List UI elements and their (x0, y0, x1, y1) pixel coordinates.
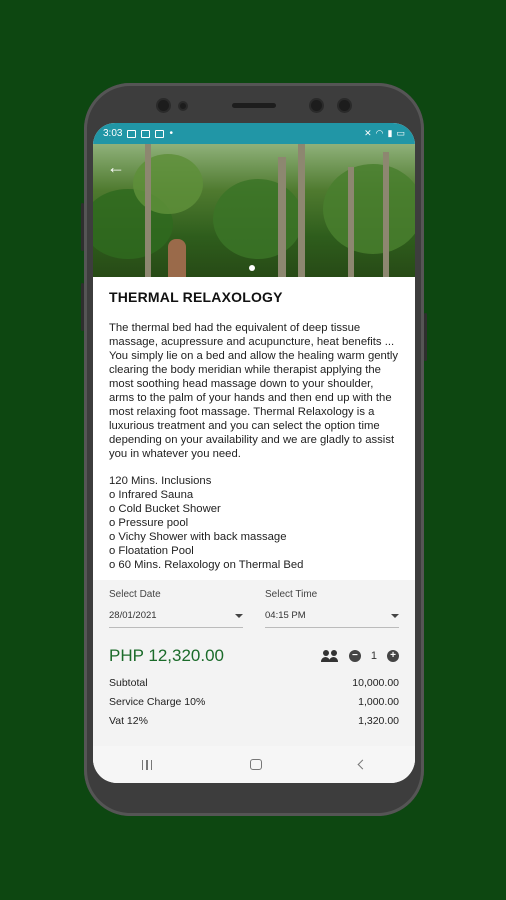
list-item: o Pressure pool (109, 517, 189, 529)
app-screen: 3:03 • ✕ ◠ ▮ ▭ ← THERMAL RELAXOLOGY The … (93, 123, 415, 783)
list-item: o Infrared Sauna (109, 489, 194, 501)
front-camera-icon (311, 100, 322, 111)
earpiece-speaker (232, 103, 276, 108)
person-figure (168, 239, 186, 277)
notification-icon (155, 129, 165, 138)
quantity-value: 1 (370, 650, 377, 662)
hero-image[interactable]: ← (93, 144, 415, 277)
vat-label: Vat 12% (109, 715, 148, 727)
quantity-stepper: − 1 + (320, 650, 399, 662)
increase-quantity-button[interactable]: + (387, 650, 399, 662)
sensor-icon (180, 103, 186, 109)
system-nav-bar (93, 746, 415, 783)
signal-icon: ▮ (387, 128, 393, 138)
booking-panel: Select Date 28/01/2021 Select Time 04:15… (93, 580, 415, 746)
decrease-quantity-button[interactable]: − (348, 650, 361, 662)
phone-top-bezel (84, 83, 424, 123)
status-bar: 3:03 • ✕ ◠ ▮ ▭ (93, 123, 415, 144)
carousel-indicator (249, 265, 255, 271)
list-item: o Cold Bucket Shower (109, 503, 221, 515)
date-dropdown[interactable]: 28/01/2021 (109, 610, 243, 628)
subtotal-label: Subtotal (109, 677, 148, 689)
inclusions-list: 120 Mins. Inclusions o Infrared Sauna o … (109, 474, 399, 572)
time-label: Select Time (265, 589, 318, 600)
subtotal-row: Subtotal 10,000.00 (109, 677, 399, 689)
mute-icon: ✕ (364, 128, 372, 138)
date-label: Select Date (109, 589, 161, 600)
list-item: o Vichy Shower with back massage (109, 531, 287, 543)
product-details: THERMAL RELAXOLOGY The thermal bed had t… (93, 277, 415, 572)
list-item: o 60 Mins. Relaxology on Thermal Bed (109, 559, 304, 571)
service-charge-label: Service Charge 10% (109, 696, 206, 708)
list-item: o Floatation Pool (109, 545, 194, 557)
product-description: The thermal bed had the equivalent of de… (109, 322, 399, 460)
service-charge-row: Service Charge 10% 1,000.00 (109, 696, 399, 708)
status-time: 3:03 (103, 128, 123, 139)
time-dropdown[interactable]: 04:15 PM (265, 610, 399, 628)
product-title: THERMAL RELAXOLOGY (109, 289, 283, 305)
notification-icon (141, 129, 151, 138)
time-value: 04:15 PM (265, 610, 306, 621)
camera-icon (158, 100, 169, 111)
inclusions-heading: 120 Mins. Inclusions (109, 475, 212, 487)
dropdown-caret-icon (235, 613, 243, 618)
power-button (424, 313, 427, 361)
date-value: 28/01/2021 (109, 610, 157, 621)
dot-icon: • (169, 128, 173, 139)
vat-value: 1,320.00 (358, 715, 399, 727)
wifi-icon: ◠ (375, 128, 384, 138)
home-icon[interactable] (249, 759, 262, 770)
volume-button (81, 283, 84, 331)
time-selector[interactable]: Select Time 04:15 PM (265, 589, 399, 628)
phone-frame: 3:03 • ✕ ◠ ▮ ▭ ← THERMAL RELAXOLOGY The … (81, 83, 427, 816)
date-selector[interactable]: Select Date 28/01/2021 (109, 589, 243, 628)
dropdown-caret-icon (391, 613, 399, 618)
volume-button (81, 203, 84, 251)
sensor-icon (339, 100, 350, 111)
back-arrow-icon[interactable]: ← (107, 158, 125, 176)
subtotal-value: 10,000.00 (352, 677, 399, 689)
notification-icon (127, 129, 137, 138)
price-breakdown: Subtotal 10,000.00 Service Charge 10% 1,… (109, 677, 399, 727)
battery-icon: ▭ (396, 128, 405, 138)
people-icon (320, 650, 339, 662)
vat-row: Vat 12% 1,320.00 (109, 715, 399, 727)
service-charge-value: 1,000.00 (358, 696, 399, 708)
total-price: PHP 12,320.00 (109, 646, 224, 665)
recent-apps-icon[interactable] (141, 759, 153, 770)
nav-back-icon[interactable] (357, 759, 368, 770)
